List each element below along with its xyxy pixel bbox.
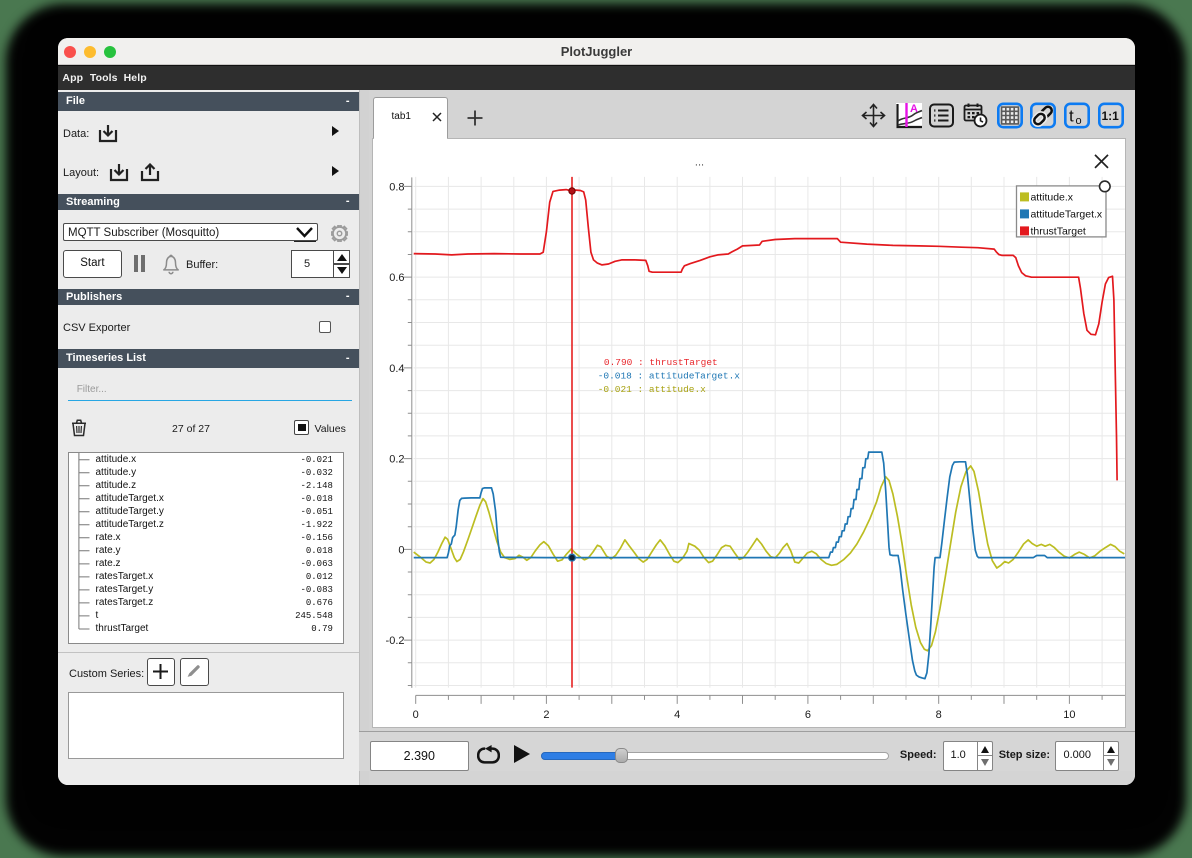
svg-text:...: ...: [695, 156, 704, 168]
svg-text:0.4: 0.4: [389, 362, 404, 374]
svg-text:-0.021 : attitude.x: -0.021 : attitude.x: [597, 383, 705, 394]
svg-text:0.790 : thrustTarget: 0.790 : thrustTarget: [604, 356, 718, 367]
svg-text:thrustTarget: thrustTarget: [1030, 226, 1085, 237]
svg-text:0.2: 0.2: [389, 453, 404, 465]
svg-text:-0.2: -0.2: [385, 635, 404, 647]
svg-text:attitudeTarget.x: attitudeTarget.x: [1030, 209, 1102, 220]
svg-text:0.6: 0.6: [389, 272, 404, 284]
svg-text:t: t: [1069, 107, 1074, 126]
svg-text:1:1: 1:1: [1102, 109, 1120, 123]
svg-text:2: 2: [543, 708, 549, 720]
svg-text:A: A: [910, 103, 918, 115]
svg-text:o: o: [1076, 115, 1082, 127]
svg-text:0: 0: [398, 544, 404, 556]
svg-text:0.8: 0.8: [389, 181, 404, 193]
svg-text:4: 4: [674, 708, 680, 720]
svg-text:8: 8: [935, 708, 941, 720]
svg-text:-0.018 : attitudeTarget.x: -0.018 : attitudeTarget.x: [597, 370, 740, 381]
svg-text:6: 6: [805, 708, 811, 720]
svg-text:10: 10: [1063, 708, 1075, 720]
svg-text:attitude.x: attitude.x: [1030, 192, 1073, 203]
svg-text:0: 0: [412, 708, 418, 720]
